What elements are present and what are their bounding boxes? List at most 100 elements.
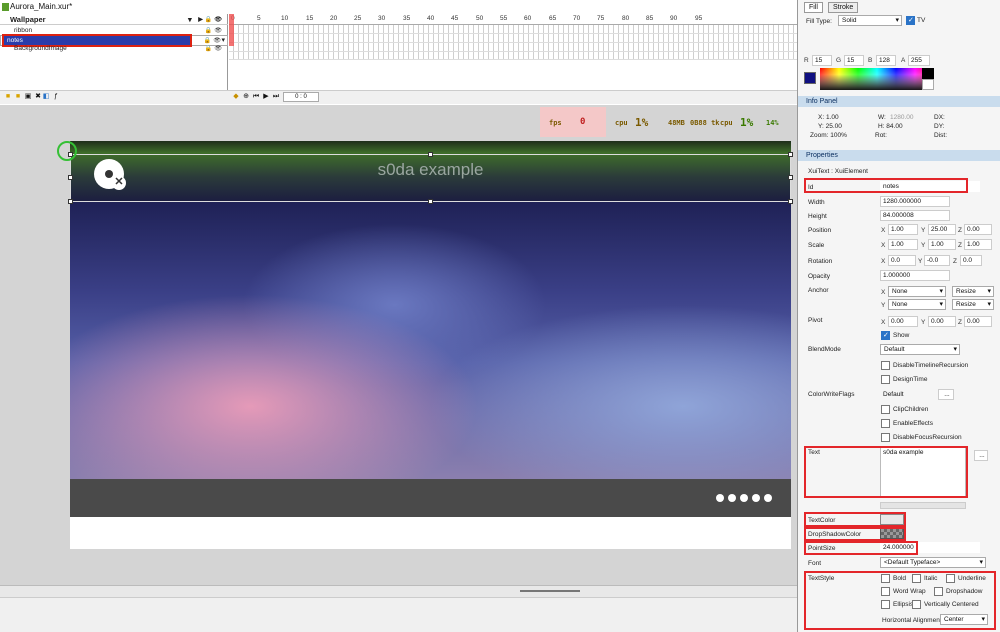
document-tab[interactable]: Aurora_Main.xur* xyxy=(0,0,797,14)
tab-stroke[interactable]: Stroke xyxy=(828,2,859,13)
scene-canvas[interactable]: ✕ s0da example xyxy=(57,141,793,549)
gpu-value: 1% xyxy=(740,116,754,129)
anchor-y-select[interactable]: None xyxy=(888,299,946,310)
position-z[interactable]: 0.00 xyxy=(964,224,992,235)
ruler-tick: 60 xyxy=(524,15,532,22)
page-dot[interactable] xyxy=(728,494,736,502)
chevron-down-icon[interactable]: ▾ xyxy=(188,14,192,25)
page-dot[interactable] xyxy=(716,494,724,502)
layer-label: ribbon xyxy=(14,27,33,34)
cpu-label: cpu xyxy=(615,119,628,127)
pivot-x[interactable]: 0.00 xyxy=(888,316,918,327)
new-layer-icon[interactable]: ■ xyxy=(14,93,22,101)
scale-y[interactable]: 1.00 xyxy=(928,239,956,250)
timeline-toolbar: ■ ■ ▣ ✖ ◧ ƒ ◆ ⊕ ⏮ ▶ ⏭ 0 : 0 xyxy=(0,90,797,104)
r-field[interactable]: 15 xyxy=(812,55,832,66)
frame-ruler[interactable]: 0 5 10 15 20 25 30 35 40 45 50 55 60 65 … xyxy=(229,14,797,25)
background-image[interactable] xyxy=(70,189,791,479)
keyframe-icon[interactable]: ◆ xyxy=(232,93,240,101)
frame-track-notes[interactable] xyxy=(229,43,797,52)
ruler-tick: 10 xyxy=(281,15,289,22)
fx-icon[interactable]: ƒ xyxy=(52,93,60,101)
anchor-x-select[interactable]: None xyxy=(888,286,946,297)
color-swatch[interactable] xyxy=(804,72,816,84)
show-checkbox[interactable] xyxy=(881,331,890,340)
page-dot[interactable] xyxy=(752,494,760,502)
disable-focus-checkbox[interactable] xyxy=(881,433,890,442)
rotation-z[interactable]: 0.0 xyxy=(960,255,982,266)
rotate-handle-icon[interactable] xyxy=(57,141,77,161)
page-dot[interactable] xyxy=(740,494,748,502)
frame-track-ribbon[interactable] xyxy=(229,34,797,43)
goto-end-icon[interactable]: ⏭ xyxy=(272,93,280,101)
position-label: Position xyxy=(808,227,832,234)
ruler-tick: 45 xyxy=(451,15,459,22)
pos-y-axis: Y xyxy=(921,227,926,234)
layer-item-backgroundimage[interactable]: BackgroundImage 🔒👁 xyxy=(0,44,228,53)
layer-root-wallpaper[interactable]: Wallpaper ▾ ▶🔒👁 xyxy=(0,14,228,25)
tab-fill[interactable]: Fill xyxy=(804,2,823,13)
resize-handle[interactable] xyxy=(428,199,433,204)
playhead[interactable] xyxy=(229,14,234,46)
layer-item-ribbon[interactable]: ribbon 🔒👁 xyxy=(0,26,228,35)
scale-z[interactable]: 1.00 xyxy=(964,239,992,250)
group-icon[interactable]: ◧ xyxy=(42,93,50,101)
colorwriteflags-button[interactable]: ... xyxy=(938,389,954,400)
horizontal-scrollbar[interactable] xyxy=(0,585,797,597)
height-field[interactable]: 84.000008 xyxy=(880,210,950,221)
page-dot[interactable] xyxy=(764,494,772,502)
resize-handle[interactable] xyxy=(788,175,793,180)
g-field[interactable]: 15 xyxy=(844,55,864,66)
a-field[interactable]: 255 xyxy=(908,55,930,66)
resize-handle[interactable] xyxy=(428,152,433,157)
rotation-y[interactable]: -0.0 xyxy=(924,255,950,266)
rotation-x[interactable]: 0.0 xyxy=(888,255,916,266)
pivot-y[interactable]: 0.00 xyxy=(928,316,956,327)
blendmode-select[interactable]: Default xyxy=(880,344,960,355)
color-spectrum-shade xyxy=(820,68,934,90)
font-select[interactable]: <Default Typeface> xyxy=(880,557,986,568)
selection-box[interactable] xyxy=(68,152,793,204)
design-time-label: DesignTime xyxy=(893,376,928,383)
lock-eye-icons[interactable]: 🔒👁 xyxy=(205,45,224,54)
scale-x[interactable]: 1.00 xyxy=(888,239,918,250)
rotation-label: Rotation xyxy=(808,258,833,265)
goto-start-icon[interactable]: ⏮ xyxy=(252,93,260,101)
resize-handle[interactable] xyxy=(788,199,793,204)
b-field[interactable]: 128 xyxy=(876,55,896,66)
resize-handle[interactable] xyxy=(788,152,793,157)
scrollbar-thumb[interactable] xyxy=(520,590,580,592)
resize-handle[interactable] xyxy=(68,199,73,204)
disable-timeline-checkbox[interactable] xyxy=(881,361,890,370)
enable-effects-checkbox[interactable] xyxy=(881,419,890,428)
text-scrollbar[interactable] xyxy=(880,502,966,509)
black-swatch[interactable] xyxy=(922,68,934,79)
new-folder-icon[interactable]: ■ xyxy=(4,93,12,101)
fill-type-select[interactable]: Solid xyxy=(838,15,902,26)
frame-track-backgroundimage[interactable] xyxy=(229,52,797,60)
design-stage[interactable]: fps 0 cpu 1% 48MB 0B88 tk cpu 1% 14% ✕ s… xyxy=(0,105,797,585)
anchor-x-resize-select[interactable]: Resize xyxy=(952,286,994,297)
position-x[interactable]: 1.00 xyxy=(888,224,918,235)
pivot-z[interactable]: 0.00 xyxy=(964,316,992,327)
timecode-field[interactable]: 0 : 0 xyxy=(283,92,319,102)
position-y[interactable]: 25.00 xyxy=(928,224,956,235)
tv-checkbox[interactable] xyxy=(906,16,915,25)
opacity-field[interactable]: 1.000000 xyxy=(880,270,950,281)
resize-handle[interactable] xyxy=(68,175,73,180)
anchor-y-resize-select[interactable]: Resize xyxy=(952,299,994,310)
cursor-lock-eye-icons[interactable]: ▶🔒👁 xyxy=(198,15,224,26)
clip-children-checkbox[interactable] xyxy=(881,405,890,414)
pos-x-axis: X xyxy=(881,227,886,234)
width-field[interactable]: 1280.000000 xyxy=(880,196,950,207)
frame-track-wallpaper[interactable] xyxy=(229,25,797,34)
layer-label: BackgroundImage xyxy=(14,45,67,52)
zoom-icon[interactable]: ⊕ xyxy=(242,93,250,101)
text-edit-button[interactable]: ... xyxy=(974,450,988,461)
design-time-checkbox[interactable] xyxy=(881,375,890,384)
layer-options-icon[interactable]: ▣ xyxy=(24,93,32,101)
white-swatch[interactable] xyxy=(922,79,934,90)
play-icon[interactable]: ▶ xyxy=(262,93,270,101)
info-rot: Rot: xyxy=(875,132,887,139)
delete-layer-icon[interactable]: ✖ xyxy=(34,93,42,101)
